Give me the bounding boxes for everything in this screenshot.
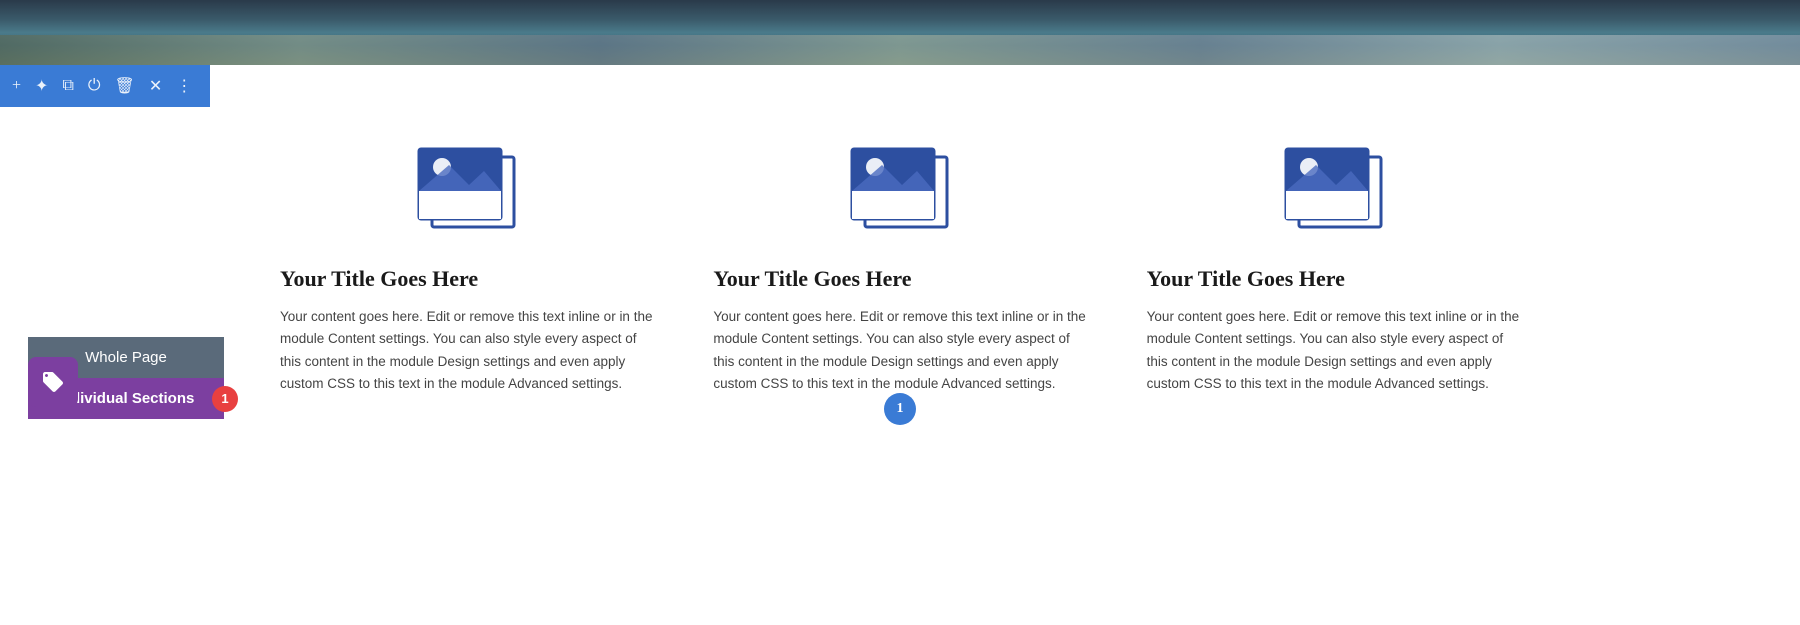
- close-icon[interactable]: ✕: [149, 76, 162, 96]
- columns-grid: Your Title Goes Here Your content goes h…: [280, 147, 1520, 395]
- column-1-text: Your content goes here. Edit or remove t…: [280, 306, 653, 395]
- column-2-text: Your content goes here. Edit or remove t…: [713, 306, 1086, 395]
- image-icon-2: [847, 147, 952, 242]
- column-1-title: Your Title Goes Here: [280, 266, 478, 292]
- notification-badge: 1: [212, 386, 238, 412]
- trash-icon[interactable]: 🗑: [115, 76, 135, 96]
- column-3: Your Title Goes Here Your content goes h…: [1147, 147, 1520, 395]
- more-icon[interactable]: ⋮: [176, 76, 192, 96]
- settings-icon[interactable]: ✦: [35, 76, 48, 96]
- toolbar: + ✦ ⧉ ⏻ 🗑 ✕ ⋮: [0, 65, 210, 107]
- image-icon-1: [414, 147, 519, 242]
- column-1: Your Title Goes Here Your content goes h…: [280, 147, 653, 395]
- duplicate-icon[interactable]: ⧉: [62, 77, 73, 95]
- power-icon[interactable]: ⏻: [88, 77, 101, 95]
- pagination-button[interactable]: 1: [884, 393, 916, 425]
- add-icon[interactable]: +: [12, 77, 21, 95]
- column-3-title: Your Title Goes Here: [1147, 266, 1345, 292]
- column-2: Your Title Goes Here Your content goes h…: [713, 147, 1086, 395]
- main-content: Whole Page Individual Sections 1: [0, 107, 1800, 435]
- column-2-title: Your Title Goes Here: [713, 266, 911, 292]
- fab-button[interactable]: [28, 357, 78, 407]
- column-3-text: Your content goes here. Edit or remove t…: [1147, 306, 1520, 395]
- tag-icon: [41, 370, 65, 394]
- top-banner: [0, 0, 1800, 65]
- image-icon-3: [1281, 147, 1386, 242]
